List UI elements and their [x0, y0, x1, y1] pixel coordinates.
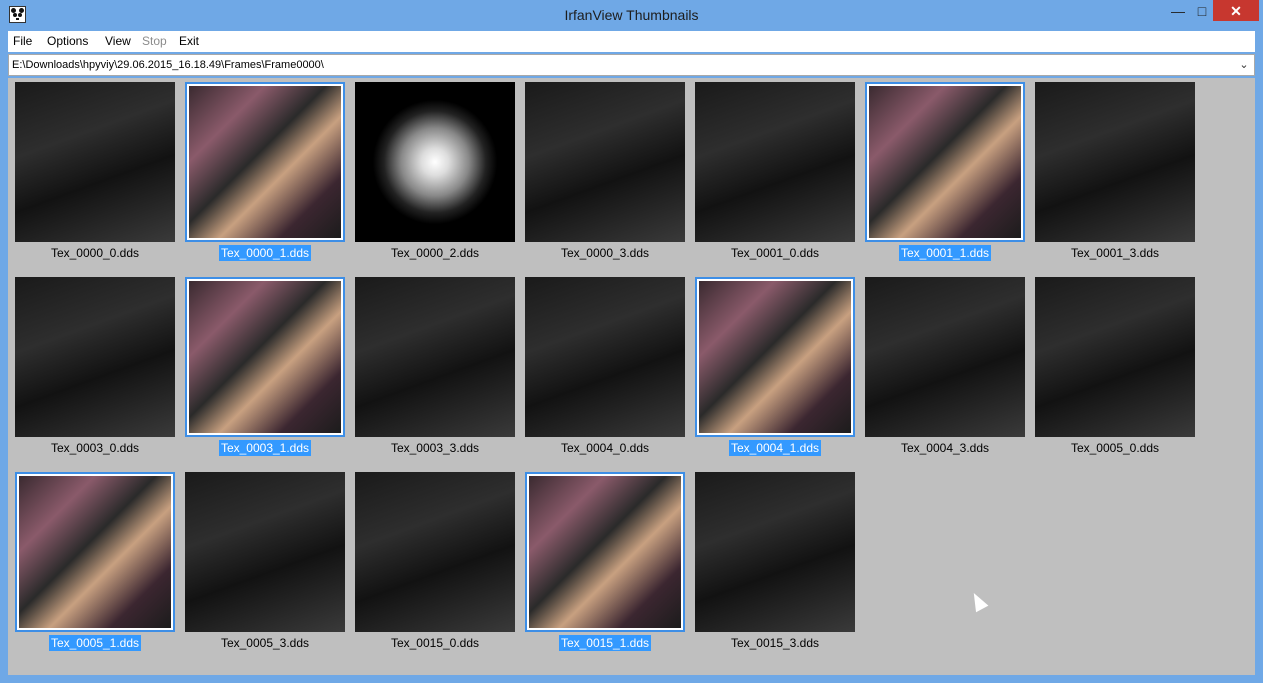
- thumbnail-image[interactable]: [15, 277, 175, 437]
- texture-preview: [1035, 82, 1195, 242]
- thumbnail-image[interactable]: [355, 277, 515, 437]
- thumbnail-filename[interactable]: Tex_0000_1.dds: [180, 245, 350, 261]
- thumbnail-filename[interactable]: Tex_0003_0.dds: [10, 441, 180, 455]
- thumbnail-image[interactable]: [695, 472, 855, 632]
- path-text: E:\Downloads\hpyviy\29.06.2015_16.18.49\…: [12, 59, 324, 71]
- texture-preview: [527, 474, 683, 630]
- thumbnail-image[interactable]: [525, 82, 685, 242]
- thumbnail-filename[interactable]: Tex_0003_1.dds: [180, 440, 350, 456]
- menu-options[interactable]: Options: [47, 34, 88, 48]
- thumbnail-filename[interactable]: Tex_0003_3.dds: [350, 441, 520, 455]
- thumbnail-filename[interactable]: Tex_0004_3.dds: [860, 441, 1030, 455]
- thumbnail-image[interactable]: [185, 472, 345, 632]
- texture-preview: [867, 84, 1023, 240]
- thumbnail-filename-text: Tex_0005_3.dds: [220, 636, 310, 650]
- thumbnail-filename-text: Tex_0000_0.dds: [50, 246, 140, 260]
- thumbnail-image[interactable]: [865, 277, 1025, 437]
- window-title: IrfanView Thumbnails: [564, 7, 699, 23]
- thumbnail-filename[interactable]: Tex_0005_3.dds: [180, 636, 350, 650]
- texture-preview: [865, 277, 1025, 437]
- texture-preview: [17, 474, 173, 630]
- menu-view[interactable]: View: [105, 34, 131, 48]
- path-combobox[interactable]: E:\Downloads\hpyviy\29.06.2015_16.18.49\…: [8, 54, 1255, 76]
- thumbnail-filename[interactable]: Tex_0004_0.dds: [520, 441, 690, 455]
- thumbnail-filename-text: Tex_0003_1.dds: [218, 440, 312, 456]
- texture-preview: [695, 472, 855, 632]
- texture-preview: [355, 82, 515, 242]
- close-button[interactable]: ✕: [1213, 0, 1259, 21]
- texture-preview: [187, 279, 343, 435]
- thumbnail-filename-text: Tex_0001_3.dds: [1070, 246, 1160, 260]
- texture-preview: [185, 472, 345, 632]
- chevron-down-icon[interactable]: ⌄: [1237, 57, 1251, 73]
- thumbnail-filename[interactable]: Tex_0015_0.dds: [350, 636, 520, 650]
- thumbnail-filename-text: Tex_0003_3.dds: [390, 441, 480, 455]
- thumbnail-filename-text: Tex_0004_3.dds: [900, 441, 990, 455]
- menu-file[interactable]: File: [13, 34, 32, 48]
- thumbnail-filename[interactable]: Tex_0000_0.dds: [10, 246, 180, 260]
- thumbnail-filename-text: Tex_0005_1.dds: [48, 635, 142, 651]
- thumbnail-filename[interactable]: Tex_0000_3.dds: [520, 246, 690, 260]
- title-bar[interactable]: IrfanView Thumbnails — □ ✕: [0, 0, 1263, 31]
- thumbnail-image[interactable]: [865, 82, 1025, 242]
- thumbnail-filename[interactable]: Tex_0005_1.dds: [10, 635, 180, 651]
- app-window: IrfanView Thumbnails — □ ✕ File Options …: [0, 0, 1263, 683]
- thumbnail-image[interactable]: [15, 472, 175, 632]
- texture-preview: [1035, 277, 1195, 437]
- texture-preview: [525, 277, 685, 437]
- texture-preview: [695, 82, 855, 242]
- thumbnail-image[interactable]: [1035, 277, 1195, 437]
- thumbnail-grid[interactable]: Tex_0000_0.dds Tex_0000_1.dds Tex_0000_2.d…: [8, 78, 1255, 675]
- texture-preview: [525, 82, 685, 242]
- thumbnail-filename[interactable]: Tex_0001_0.dds: [690, 246, 860, 260]
- texture-preview: [697, 279, 853, 435]
- thumbnail-image[interactable]: [1035, 82, 1195, 242]
- thumbnail-filename-text: Tex_0000_2.dds: [390, 246, 480, 260]
- thumbnail-image[interactable]: [355, 82, 515, 242]
- menu-stop[interactable]: Stop: [142, 34, 167, 48]
- thumbnail-filename-text: Tex_0015_3.dds: [730, 636, 820, 650]
- thumbnail-image[interactable]: [355, 472, 515, 632]
- thumbnail-filename[interactable]: Tex_0004_1.dds: [690, 440, 860, 456]
- thumbnail-filename[interactable]: Tex_0005_0.dds: [1030, 441, 1200, 455]
- thumbnail-filename-text: Tex_0005_0.dds: [1070, 441, 1160, 455]
- thumbnail-filename[interactable]: Tex_0001_3.dds: [1030, 246, 1200, 260]
- menu-bar: File Options View Stop Exit: [8, 31, 1255, 52]
- texture-preview: [355, 277, 515, 437]
- thumbnail-image[interactable]: [185, 277, 345, 437]
- thumbnail-image[interactable]: [695, 277, 855, 437]
- thumbnail-filename-text: Tex_0003_0.dds: [50, 441, 140, 455]
- thumbnail-image[interactable]: [15, 82, 175, 242]
- thumbnail-image[interactable]: [525, 472, 685, 632]
- texture-preview: [355, 472, 515, 632]
- maximize-button[interactable]: □: [1189, 0, 1215, 22]
- thumbnail-filename-text: Tex_0000_1.dds: [218, 245, 312, 261]
- thumbnail-filename-text: Tex_0004_0.dds: [560, 441, 650, 455]
- thumbnail-filename[interactable]: Tex_0001_1.dds: [860, 245, 1030, 261]
- thumbnail-filename[interactable]: Tex_0015_1.dds: [520, 635, 690, 651]
- thumbnail-filename-text: Tex_0001_1.dds: [898, 245, 992, 261]
- thumbnail-filename-text: Tex_0001_0.dds: [730, 246, 820, 260]
- texture-preview: [15, 277, 175, 437]
- thumbnail-filename-text: Tex_0000_3.dds: [560, 246, 650, 260]
- texture-preview: [15, 82, 175, 242]
- thumbnail-filename-text: Tex_0015_0.dds: [390, 636, 480, 650]
- menu-exit[interactable]: Exit: [179, 34, 199, 48]
- thumbnail-image[interactable]: [695, 82, 855, 242]
- thumbnail-filename[interactable]: Tex_0000_2.dds: [350, 246, 520, 260]
- thumbnail-filename-text: Tex_0004_1.dds: [728, 440, 822, 456]
- texture-preview: [187, 84, 343, 240]
- minimize-button[interactable]: —: [1165, 0, 1191, 22]
- thumbnail-image[interactable]: [525, 277, 685, 437]
- thumbnail-image[interactable]: [185, 82, 345, 242]
- thumbnail-filename[interactable]: Tex_0015_3.dds: [690, 636, 860, 650]
- thumbnail-filename-text: Tex_0015_1.dds: [558, 635, 652, 651]
